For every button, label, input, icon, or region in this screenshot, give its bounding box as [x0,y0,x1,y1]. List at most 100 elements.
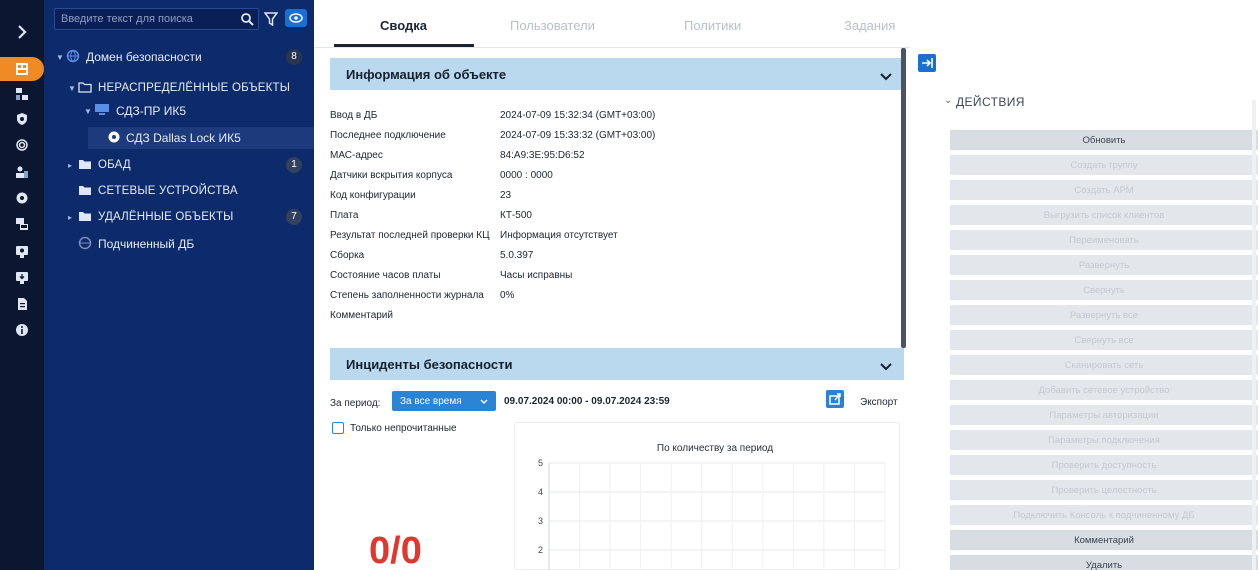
info-icon[interactable] [0,318,44,342]
folder-icon [78,210,92,225]
period-label: За период: [330,398,381,409]
subordinate-domain-icon [78,236,92,253]
count-badge: 7 [286,209,302,225]
collapse-panel-icon[interactable] [918,54,936,72]
tree-node-dallas-lock[interactable]: СДЗ Dallas Lock ИК5 [88,127,314,149]
center-scrollbar[interactable] [901,48,906,348]
tree-node-label: Подчиненный ДБ [98,237,195,251]
search-box [54,8,259,30]
search-icon[interactable] [240,12,254,29]
devices-icon[interactable] [0,212,44,236]
action-button[interactable]: Создать группу [950,155,1258,175]
document-icon[interactable] [0,292,44,316]
action-button[interactable]: Параметры авторизации [950,405,1258,425]
eye-icon[interactable] [285,9,307,27]
actions-scrollbar[interactable] [1252,100,1256,570]
tree-node-label: НЕРАСПРЕДЕЛЁННЫЕ ОБЪЕКТЫ [98,82,291,94]
tree-node-label: СДЗ Dallas Lock ИК5 [126,131,241,145]
count-badge: 1 [286,157,302,173]
tab-policies[interactable]: Политики [684,18,741,33]
action-button[interactable]: Развернуть [950,255,1258,275]
incidents-header[interactable]: Инциденты безопасности [330,348,904,380]
export-icon[interactable] [826,390,844,408]
chevron-right-icon[interactable] [0,20,44,44]
tree-node-label: СДЗ-ПР ИК5 [116,104,187,118]
chart-canvas: По количеству за период 5 4 3 2 [538,443,886,570]
tab-tasks[interactable]: Задания [844,18,895,33]
chevron-down-icon[interactable] [880,358,892,376]
shield-icon[interactable] [0,107,44,131]
action-button[interactable]: Добавить сетевое устройство [950,380,1258,400]
incident-counter: 0/0 [369,530,422,570]
tab-users[interactable]: Пользователи [510,18,595,33]
only-unread-checkbox[interactable] [332,422,344,434]
active-tab-indicator [334,44,474,47]
action-button[interactable]: Проверить целостность [950,480,1258,500]
action-button[interactable]: Выгрузить список клиентов [950,205,1258,225]
period-range: 09.07.2024 00:00 - 09.07.2024 23:59 [504,396,670,407]
tab-summary[interactable]: Сводка [380,18,427,33]
actions-panel: ⌄ ДЕЙСТВИЯ Обновить Создать группу Создать… [910,0,1259,570]
section-title: Информация об объекте [346,66,507,82]
monitor-download-icon[interactable] [0,266,44,290]
action-button[interactable]: Сканировать сеть [950,355,1258,375]
monitor-shield-icon[interactable] [0,240,44,264]
folder-outline-icon [78,81,92,96]
tab-bar: Сводка Пользователи Политики Задания [314,0,910,48]
period-value: За все время [400,395,462,407]
tree-node-domain[interactable]: ▼ Домен безопасности 8 [56,46,306,68]
y-tick-label: 3 [538,516,543,526]
tree-node-label: ОБАД [98,159,131,171]
action-button[interactable]: Создать АРМ [950,180,1258,200]
expand-arrow-icon[interactable]: ▼ [84,107,94,116]
domain-icon [66,49,80,66]
object-info-header[interactable]: Информация об объекте [330,58,904,90]
chevron-down-icon[interactable] [880,68,892,86]
y-tick-label: 2 [538,545,543,555]
fingerprint-icon[interactable] [0,133,44,157]
object-tree-panel: ▼ Домен безопасности 8 ▼ НЕРАСПРЕДЕЛЁННЫ… [44,0,314,570]
action-button[interactable]: Обновить [950,130,1258,150]
action-button[interactable]: Подключить Консоль к подчиненному ДБ [950,505,1258,525]
y-tick-label: 4 [538,487,543,497]
period-dropdown[interactable]: За все время [392,391,496,411]
filter-icon[interactable] [263,12,279,29]
search-input[interactable] [61,12,221,26]
gear-icon[interactable] [0,186,44,210]
only-unread-label: Только непрочитанные [350,423,457,434]
tree-node-subordinate-domain[interactable]: Подчиненный ДБ [78,233,306,255]
incident-chart: По количеству за период 5 4 3 2 [514,422,900,570]
users-icon[interactable] [0,160,44,184]
tree-node-label: СЕТЕВЫЕ УСТРОЙСТВА [98,185,238,197]
action-button[interactable]: Удалить [950,555,1258,570]
section-title: Инциденты безопасности [346,356,513,372]
actions-title: ДЕЙСТВИЯ [956,95,1025,109]
action-button[interactable]: Переименовать [950,230,1258,250]
action-button[interactable]: Параметры подключения [950,430,1258,450]
network-icon[interactable] [0,82,44,106]
action-button[interactable]: Свернуть [950,280,1258,300]
action-button[interactable]: Развернуть все [950,305,1258,325]
tree-node-obad[interactable]: ▸ ОБАД 1 [68,154,306,176]
export-button[interactable]: Экспорт [860,397,898,408]
tree-node-sdz-pr[interactable]: ▼ СДЗ-ПР ИК5 [84,100,306,122]
count-badge: 8 [286,49,302,65]
computer-icon [94,103,110,119]
tree-node-label: УДАЛЁННЫЕ ОБЪЕКТЫ [98,211,234,223]
action-button[interactable]: Комментарий [950,530,1258,550]
tree-node-deleted[interactable]: ▸ УДАЛЁННЫЕ ОБЪЕКТЫ 7 [68,206,306,228]
expand-arrow-icon[interactable]: ▼ [68,84,78,93]
folder-icon [78,158,92,173]
expand-arrow-icon[interactable]: ▸ [68,161,78,170]
chevron-down-icon[interactable]: ⌄ [944,95,952,106]
chevron-down-icon [480,397,488,408]
expand-arrow-icon[interactable]: ▸ [68,213,78,222]
overview-icon[interactable] [0,57,44,81]
action-button[interactable]: Проверить доступность [950,455,1258,475]
action-button[interactable]: Свернуть все [950,330,1258,350]
tree-node-unassigned[interactable]: ▼ НЕРАСПРЕДЕЛЁННЫЕ ОБЪЕКТЫ [68,77,306,99]
tree-node-label: Домен безопасности [86,50,202,64]
tree-node-network-devices[interactable]: СЕТЕВЫЕ УСТРОЙСТВА [68,180,306,202]
expand-arrow-icon[interactable]: ▼ [56,53,66,62]
lock-module-icon [108,131,120,146]
